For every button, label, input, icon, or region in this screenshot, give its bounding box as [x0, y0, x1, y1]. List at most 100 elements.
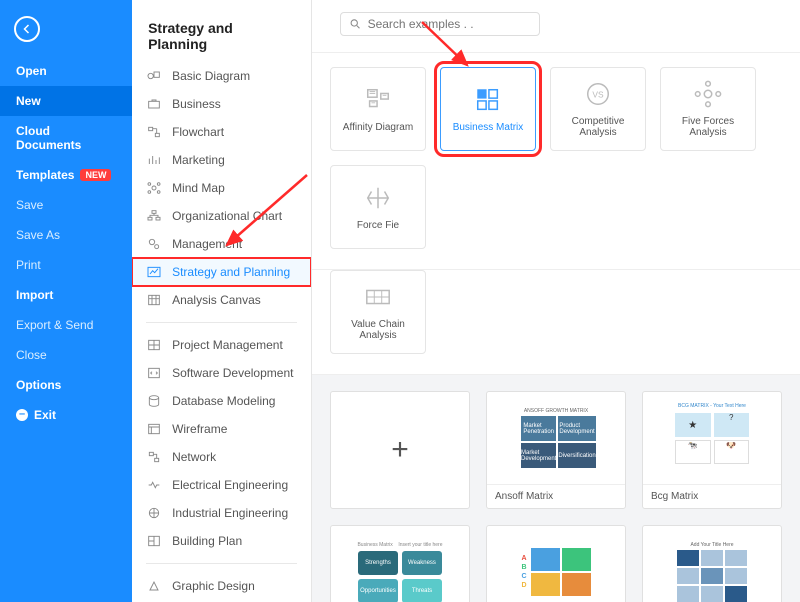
category-label: Mind Map	[172, 181, 225, 195]
diagram-type-competitive-analysis[interactable]: VS Competitive Analysis	[550, 67, 646, 151]
arrow-left-icon	[21, 23, 33, 35]
search-icon	[349, 17, 362, 31]
category-item-organizational-chart[interactable]: Organizational Chart	[132, 202, 311, 230]
category-label: Business	[172, 97, 221, 111]
search-bar-wrap	[312, 0, 800, 53]
template-thumb: Add Your Title Here	[643, 526, 781, 602]
template-business-matrix-6[interactable]: Add Your Title HereBusiness Matrix 6	[642, 525, 782, 602]
nav-item-save[interactable]: Save	[0, 190, 132, 220]
briefcase-icon	[146, 96, 162, 112]
nav-item-new[interactable]: New	[0, 86, 132, 116]
grid-icon	[146, 337, 162, 353]
nav-item-save-as[interactable]: Save As	[0, 220, 132, 250]
diagram-type-affinity-diagram[interactable]: Affinity Diagram	[330, 67, 426, 151]
flow-icon	[146, 124, 162, 140]
category-item-basic-diagram[interactable]: Basic Diagram	[132, 62, 311, 90]
category-label: Building Plan	[172, 534, 242, 548]
category-item-mind-map[interactable]: Mind Map	[132, 174, 311, 202]
nav-item-close[interactable]: Close	[0, 340, 132, 370]
category-item-wireframe[interactable]: Wireframe	[132, 415, 311, 443]
diagram-type-label: Affinity Diagram	[339, 122, 417, 133]
category-item-database-modeling[interactable]: Database Modeling	[132, 387, 311, 415]
diagram-type-value-chain-analysis[interactable]: Value Chain Analysis	[330, 270, 426, 354]
nav-item-cloud-documents[interactable]: Cloud Documents	[0, 116, 132, 160]
category-label: Flowchart	[172, 125, 224, 139]
ee-icon	[146, 477, 162, 493]
search-box[interactable]	[340, 12, 540, 36]
category-item-marketing[interactable]: Marketing	[132, 146, 311, 174]
template-thumb: ANSOFF GROWTH MATRIXMarketPenetrationPro…	[487, 392, 625, 484]
back-button[interactable]	[14, 16, 40, 42]
category-item-industrial-engineering[interactable]: Industrial Engineering	[132, 499, 311, 527]
nav-item-open[interactable]: Open	[0, 56, 132, 86]
plus-icon: +	[391, 433, 409, 467]
diagram-type-label: Competitive Analysis	[551, 116, 645, 138]
diagram-type-business-matrix[interactable]: Business Matrix	[440, 67, 536, 151]
template-business-matrix-5[interactable]: ABCDBusiness Matrix 5	[486, 525, 626, 602]
diagram-type-label: Force Fie	[353, 220, 403, 231]
nav-label: Open	[16, 64, 47, 78]
category-label: Marketing	[172, 153, 225, 167]
template-bcg-matrix[interactable]: BCG MATRIX - Your Text Here★?🐄🐶Bcg Matri…	[642, 391, 782, 509]
category-title: Strategy and Planning	[132, 0, 311, 62]
force-icon	[363, 184, 393, 212]
dev-icon	[146, 365, 162, 381]
category-item-business[interactable]: Business	[132, 90, 311, 118]
category-item-building-plan[interactable]: Building Plan	[132, 527, 311, 555]
nav-item-print[interactable]: Print	[0, 250, 132, 280]
category-item-project-management[interactable]: Project Management	[132, 331, 311, 359]
category-label: Graphic Design	[172, 579, 255, 593]
nav-label: New	[16, 94, 41, 108]
chain-icon	[363, 283, 393, 311]
matrix-icon	[473, 86, 503, 114]
category-label: Project Management	[172, 338, 283, 352]
category-label: Basic Diagram	[172, 69, 250, 83]
category-item-flowchart[interactable]: Flowchart	[132, 118, 311, 146]
gears-icon	[146, 236, 162, 252]
diagram-type-five-forces-analysis[interactable]: Five Forces Analysis	[660, 67, 756, 151]
category-item-graphic-design[interactable]: Graphic Design	[132, 572, 311, 600]
nav-item-templates[interactable]: TemplatesNEW	[0, 160, 132, 190]
nav-label: Save As	[16, 228, 60, 242]
category-label: Software Development	[172, 366, 293, 380]
category-label: Network	[172, 450, 216, 464]
diagram-type-row-2: Value Chain Analysis	[312, 270, 800, 375]
template-new[interactable]: +	[330, 391, 470, 509]
canvas-icon	[146, 292, 162, 308]
category-divider	[146, 322, 297, 323]
nav-label: Cloud Documents	[16, 124, 116, 152]
plan-icon	[146, 533, 162, 549]
category-item-electrical-engineering[interactable]: Electrical Engineering	[132, 471, 311, 499]
mind-icon	[146, 180, 162, 196]
net-icon	[146, 449, 162, 465]
search-input[interactable]	[368, 17, 531, 31]
vs-icon: VS	[583, 80, 613, 108]
nav-item-exit[interactable]: –Exit	[0, 400, 132, 430]
category-item-software-development[interactable]: Software Development	[132, 359, 311, 387]
nav-label: Save	[16, 198, 43, 212]
template-caption: Ansoff Matrix	[487, 484, 625, 508]
nav-item-import[interactable]: Import	[0, 280, 132, 310]
diagram-type-force-fie[interactable]: Force Fie	[330, 165, 426, 249]
shapes-icon	[146, 68, 162, 84]
diagram-type-label: Five Forces Analysis	[661, 116, 755, 138]
nav-label: Templates	[16, 168, 74, 182]
category-item-management[interactable]: Management	[132, 230, 311, 258]
wire-icon	[146, 421, 162, 437]
svg-text:VS: VS	[592, 90, 604, 100]
category-item-strategy-and-planning[interactable]: Strategy and Planning	[132, 258, 311, 286]
affinity-icon	[363, 86, 393, 114]
template-thumb: +	[331, 392, 469, 508]
category-item-network[interactable]: Network	[132, 443, 311, 471]
template-caption: Bcg Matrix	[643, 484, 781, 508]
category-item-analysis-canvas[interactable]: Analysis Canvas	[132, 286, 311, 314]
category-panel: Strategy and Planning Basic Diagram Busin…	[132, 0, 312, 602]
template-thumb: Business Matrix Insert your title hereSt…	[331, 526, 469, 602]
template-ansoff-matrix[interactable]: ANSOFF GROWTH MATRIXMarketPenetrationPro…	[486, 391, 626, 509]
template-business-matrix-4[interactable]: Business Matrix Insert your title hereSt…	[330, 525, 470, 602]
nav-item-export-send[interactable]: Export & Send	[0, 310, 132, 340]
main-area: Affinity Diagram Business Matrix VS Competi…	[312, 0, 800, 602]
nav-label: Export & Send	[16, 318, 93, 332]
nav-item-options[interactable]: Options	[0, 370, 132, 400]
file-sidebar: Open New Cloud Documents TemplatesNEW Save Sa…	[0, 0, 132, 602]
